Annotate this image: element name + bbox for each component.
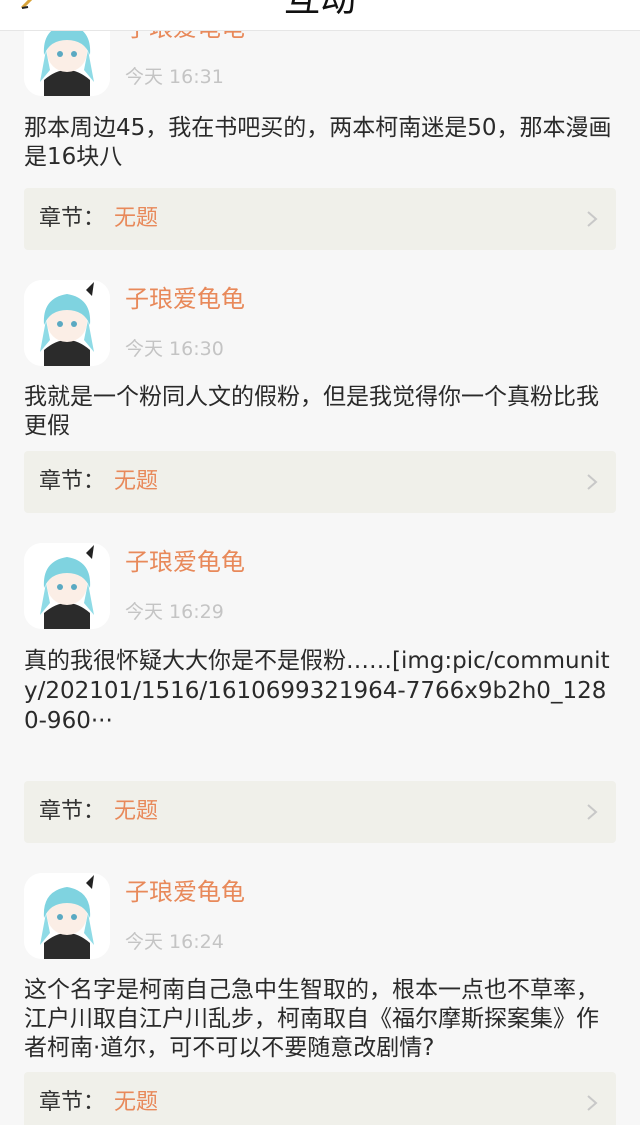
avatar[interactable] bbox=[24, 543, 110, 629]
chapter-title: 无题 bbox=[114, 799, 159, 824]
chapter-label: 章节： bbox=[39, 206, 106, 231]
chevron-right-icon bbox=[584, 209, 600, 229]
timestamp: 今天 16:29 bbox=[125, 601, 224, 623]
app-window: 互动 子琅爱龟龟 今天 16:31 那本周边45，我在书吧买的，两本柯南迷是50… bbox=[0, 0, 640, 1125]
timestamp: 今天 16:24 bbox=[125, 931, 224, 953]
username[interactable]: 子琅爱龟龟 bbox=[125, 547, 245, 577]
avatar[interactable] bbox=[24, 873, 110, 959]
avatar[interactable] bbox=[24, 280, 110, 366]
chapter-link[interactable]: 章节： 无题 bbox=[24, 1072, 616, 1125]
timestamp: 今天 16:30 bbox=[125, 338, 224, 360]
page-title: 互动 bbox=[0, 0, 640, 22]
username[interactable]: 子琅爱龟龟 bbox=[125, 284, 245, 314]
chapter-label: 章节： bbox=[39, 1090, 106, 1115]
chevron-right-icon bbox=[584, 802, 600, 822]
comment-text: 我就是一个粉同人文的假粉，但是我觉得你一个真粉比我更假 bbox=[24, 384, 599, 439]
chapter-label: 章节： bbox=[39, 469, 106, 494]
chevron-right-icon bbox=[584, 1093, 600, 1113]
chapter-link[interactable]: 章节： 无题 bbox=[24, 451, 616, 513]
chapter-link[interactable]: 章节： 无题 bbox=[24, 188, 616, 250]
comment-text: 真的我很怀疑大大你是不是假粉……[img:pic/community/20210… bbox=[24, 648, 610, 734]
chevron-right-icon bbox=[584, 472, 600, 492]
timestamp: 今天 16:31 bbox=[125, 66, 224, 88]
comment-text: 那本周边45，我在书吧买的，两本柯南迷是50，那本漫画是16块八 bbox=[24, 115, 612, 170]
chapter-label: 章节： bbox=[39, 799, 106, 824]
chapter-title: 无题 bbox=[114, 206, 159, 231]
chapter-link[interactable]: 章节： 无题 bbox=[24, 781, 616, 843]
username[interactable]: 子琅爱龟龟 bbox=[125, 877, 245, 907]
chapter-title: 无题 bbox=[114, 469, 159, 494]
comment-text: 这个名字是柯南自己急中生智取的，根本一点也不草率，江户川取自江户川乱步，柯南取自… bbox=[24, 977, 599, 1061]
nav-bar: 互动 bbox=[0, 0, 640, 31]
chapter-title: 无题 bbox=[114, 1090, 159, 1115]
